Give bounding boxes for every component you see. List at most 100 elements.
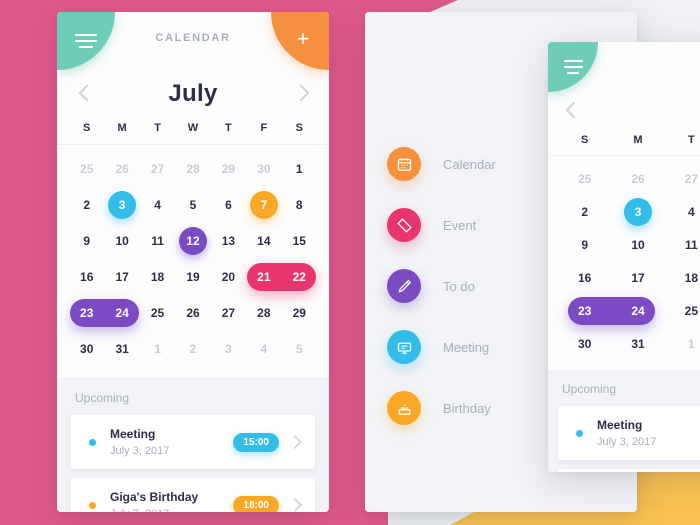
menu-item-label: Birthday xyxy=(443,400,491,416)
calendar-day[interactable]: 2 xyxy=(558,195,611,228)
weekday-header-row-peek: SMT xyxy=(548,134,700,156)
calendar-day[interactable]: 29 xyxy=(282,295,317,331)
upcoming-event-list-peek: Meeting July 3, 2017 Giga's BirthdaJuly 7,… xyxy=(558,406,700,472)
calendar-day[interactable]: 22 xyxy=(282,259,317,295)
calendar-day[interactable]: 11 xyxy=(665,228,700,261)
calendar-day[interactable]: 16 xyxy=(558,261,611,294)
ticket-icon xyxy=(387,208,421,242)
menu-item-label: Calendar xyxy=(443,156,496,172)
calendar-day[interactable]: 27 xyxy=(140,151,175,187)
month-label: July xyxy=(168,80,218,107)
calendar-icon xyxy=(387,147,421,181)
day-marker: 12 xyxy=(178,227,207,255)
event-name: Meeting xyxy=(110,427,156,441)
calendar-day[interactable]: 6 xyxy=(211,187,246,223)
weekday-label: S xyxy=(83,122,91,134)
calendar-day[interactable]: 15 xyxy=(282,223,317,259)
next-month-button[interactable] xyxy=(289,83,311,105)
calendar-day[interactable]: 1 xyxy=(282,151,317,187)
calendar-day[interactable]: 16 xyxy=(69,259,104,295)
calendar-day[interactable]: 17 xyxy=(104,259,139,295)
calendar-day[interactable]: 26 xyxy=(611,162,664,195)
calendar-day[interactable]: 30 xyxy=(69,331,104,367)
calendar-day[interactable]: 4 xyxy=(246,331,281,367)
calendar-day[interactable]: 24 xyxy=(611,294,664,327)
event-card[interactable]: Giga's BirthdaJuly 7, 2017 xyxy=(558,469,700,472)
weekday-label: W xyxy=(187,122,199,134)
calendar-day[interactable]: 24 xyxy=(104,295,139,331)
calendar-day[interactable]: 30 xyxy=(246,151,281,187)
plus-icon: + xyxy=(296,26,310,51)
calendar-day[interactable]: 12 xyxy=(175,223,210,259)
prev-month-button[interactable] xyxy=(75,83,97,105)
calendar-day[interactable]: 25 xyxy=(665,294,700,327)
calendar-day[interactable]: 13 xyxy=(211,223,246,259)
calendar-topbar: CALENDAR + xyxy=(57,12,329,74)
calendar-day[interactable]: 30 xyxy=(558,327,611,360)
calendar-day[interactable]: 10 xyxy=(104,223,139,259)
calendar-day[interactable]: 25 xyxy=(558,162,611,195)
calendar-day[interactable]: 9 xyxy=(69,223,104,259)
event-time-badge: 18:00 xyxy=(233,495,279,512)
calendar-day[interactable]: 28 xyxy=(175,151,210,187)
calendar-day[interactable]: 31 xyxy=(611,327,664,360)
weekday-label: M xyxy=(633,134,643,146)
calendar-day[interactable]: 5 xyxy=(175,187,210,223)
day-marker: 3 xyxy=(623,197,652,226)
calendar-day[interactable]: 9 xyxy=(558,228,611,261)
calendar-day[interactable]: 3 xyxy=(611,195,664,228)
calendar-day[interactable]: 1 xyxy=(140,331,175,367)
calendar-day[interactable]: 23 xyxy=(558,294,611,327)
event-card[interactable]: Giga's Birthday July 7, 201718:00 xyxy=(71,478,315,512)
calendar-day[interactable]: 29 xyxy=(211,151,246,187)
calendar-day[interactable]: 18 xyxy=(665,261,700,294)
calendar-day[interactable]: 3 xyxy=(211,331,246,367)
calendar-day[interactable]: 2 xyxy=(175,331,210,367)
calendar-day[interactable]: 7 xyxy=(246,187,281,223)
weekday-label: T xyxy=(225,122,232,134)
calendar-day[interactable]: 21 xyxy=(246,259,281,295)
add-event-button[interactable]: + xyxy=(271,12,329,70)
calendar-day[interactable]: 27 xyxy=(211,295,246,331)
pencil-icon xyxy=(387,269,421,303)
calendar-day[interactable]: 23 xyxy=(69,295,104,331)
month-navigation: July xyxy=(57,74,329,122)
calendar-day[interactable]: 31 xyxy=(104,331,139,367)
calendar-day[interactable]: 3 xyxy=(104,187,139,223)
calendar-day[interactable]: 4 xyxy=(140,187,175,223)
calendar-day[interactable]: 17 xyxy=(611,261,664,294)
event-details: Giga's Birthday July 7, 2017 xyxy=(110,490,233,512)
presentation-icon xyxy=(387,330,421,364)
calendar-day[interactable]: 26 xyxy=(175,295,210,331)
calendar-day[interactable]: 11 xyxy=(140,223,175,259)
calendar-day[interactable]: 1 xyxy=(665,327,700,360)
calendar-day[interactable]: 4 xyxy=(665,195,700,228)
calendar-day[interactable]: 19 xyxy=(175,259,210,295)
calendar-day[interactable]: 26 xyxy=(104,151,139,187)
event-color-dot xyxy=(89,438,96,446)
calendar-screen-peek: SMT 25 26 27 2 3 4 9 10 11 16 17 18 23 24 25 30 31 1 Upco… xyxy=(548,42,700,472)
upcoming-section-peek: Upcoming Meeting July 3, 2017 Giga's Birth… xyxy=(548,370,700,472)
calendar-day[interactable]: 25 xyxy=(140,295,175,331)
calendar-day[interactable]: 8 xyxy=(282,187,317,223)
upcoming-title: Upcoming xyxy=(562,382,617,396)
event-name: Meeting xyxy=(597,418,643,432)
calendar-day[interactable]: 2 xyxy=(69,187,104,223)
chevron-right-icon[interactable] xyxy=(287,434,303,450)
event-card[interactable]: Meeting July 3, 2017 15:00 xyxy=(71,415,315,469)
prev-month-button[interactable] xyxy=(562,100,584,122)
chevron-right-icon[interactable] xyxy=(287,497,303,512)
hamburger-icon[interactable] xyxy=(548,42,598,92)
calendar-day[interactable]: 10 xyxy=(611,228,664,261)
hamburger-bar xyxy=(563,60,583,62)
upcoming-title: Upcoming xyxy=(75,391,130,405)
calendar-day[interactable]: 25 xyxy=(69,151,104,187)
calendar-day[interactable]: 20 xyxy=(211,259,246,295)
event-card[interactable]: Meeting July 3, 2017 xyxy=(558,406,700,460)
calendar-topbar-peek xyxy=(548,42,700,98)
calendar-day[interactable]: 27 xyxy=(665,162,700,195)
calendar-day[interactable]: 18 xyxy=(140,259,175,295)
calendar-day[interactable]: 14 xyxy=(246,223,281,259)
calendar-day[interactable]: 28 xyxy=(246,295,281,331)
calendar-day[interactable]: 5 xyxy=(282,331,317,367)
